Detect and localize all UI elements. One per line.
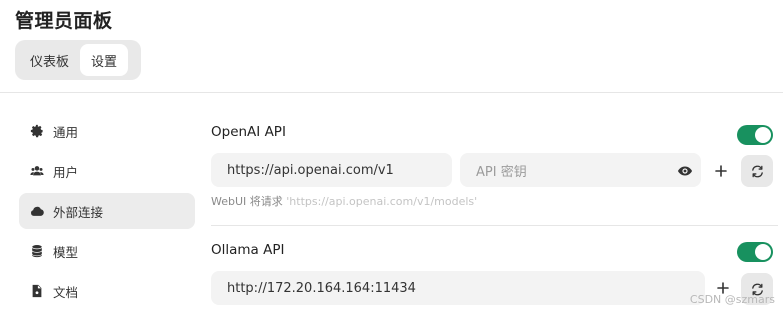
header-divider (0, 92, 783, 93)
openai-hint: WebUI 将请求 'https://api.openai.com/v1/mod… (211, 193, 477, 209)
hint-prefix: WebUI 将请求 (211, 195, 283, 208)
openai-base-url-field[interactable]: https://api.openai.com/v1 (211, 153, 452, 187)
settings-sidebar: 通用 用户 外部连接 模型 文档 (19, 113, 195, 313)
users-icon (30, 164, 44, 178)
ollama-toggle[interactable] (737, 242, 773, 262)
sidebar-item-general[interactable]: 通用 (19, 113, 195, 149)
sidebar-item-documents[interactable]: 文档 (19, 273, 195, 309)
sidebar-item-label: 外部连接 (53, 204, 104, 220)
document-icon (30, 284, 44, 298)
eye-icon[interactable] (677, 163, 693, 179)
sidebar-item-label: 文档 (53, 284, 79, 300)
sidebar-item-connections[interactable]: 外部连接 (19, 193, 195, 229)
toggle-knob (755, 127, 771, 143)
tab-bar: 仪表板 设置 (15, 40, 141, 80)
cloud-icon (30, 204, 44, 218)
toggle-knob (755, 244, 771, 260)
database-icon (30, 244, 44, 258)
openai-section-title: OpenAI API (211, 124, 286, 140)
sidebar-item-models[interactable]: 模型 (19, 233, 195, 269)
sidebar-item-label: 通用 (53, 124, 79, 140)
sidebar-item-label: 用户 (53, 164, 79, 180)
openai-api-key-field[interactable]: API 密钥 (460, 153, 701, 187)
page-title: 管理员面板 (15, 10, 113, 32)
hint-url: 'https://api.openai.com/v1/models' (286, 195, 478, 208)
ollama-base-url-field[interactable]: http://172.20.164.164:11434 (211, 271, 705, 305)
sidebar-item-label: 模型 (53, 244, 79, 260)
plus-icon[interactable] (714, 164, 728, 178)
gear-icon (30, 124, 44, 138)
section-divider (211, 225, 778, 226)
openai-toggle[interactable] (737, 125, 773, 145)
tab-settings[interactable]: 设置 (80, 44, 129, 76)
openai-refresh-button[interactable] (741, 155, 773, 187)
watermark: CSDN @szmars (689, 293, 775, 306)
refresh-icon (751, 165, 763, 177)
ollama-section-title: Ollama API (211, 242, 285, 258)
sidebar-item-users[interactable]: 用户 (19, 153, 195, 189)
tab-dashboard[interactable]: 仪表板 (19, 44, 80, 76)
